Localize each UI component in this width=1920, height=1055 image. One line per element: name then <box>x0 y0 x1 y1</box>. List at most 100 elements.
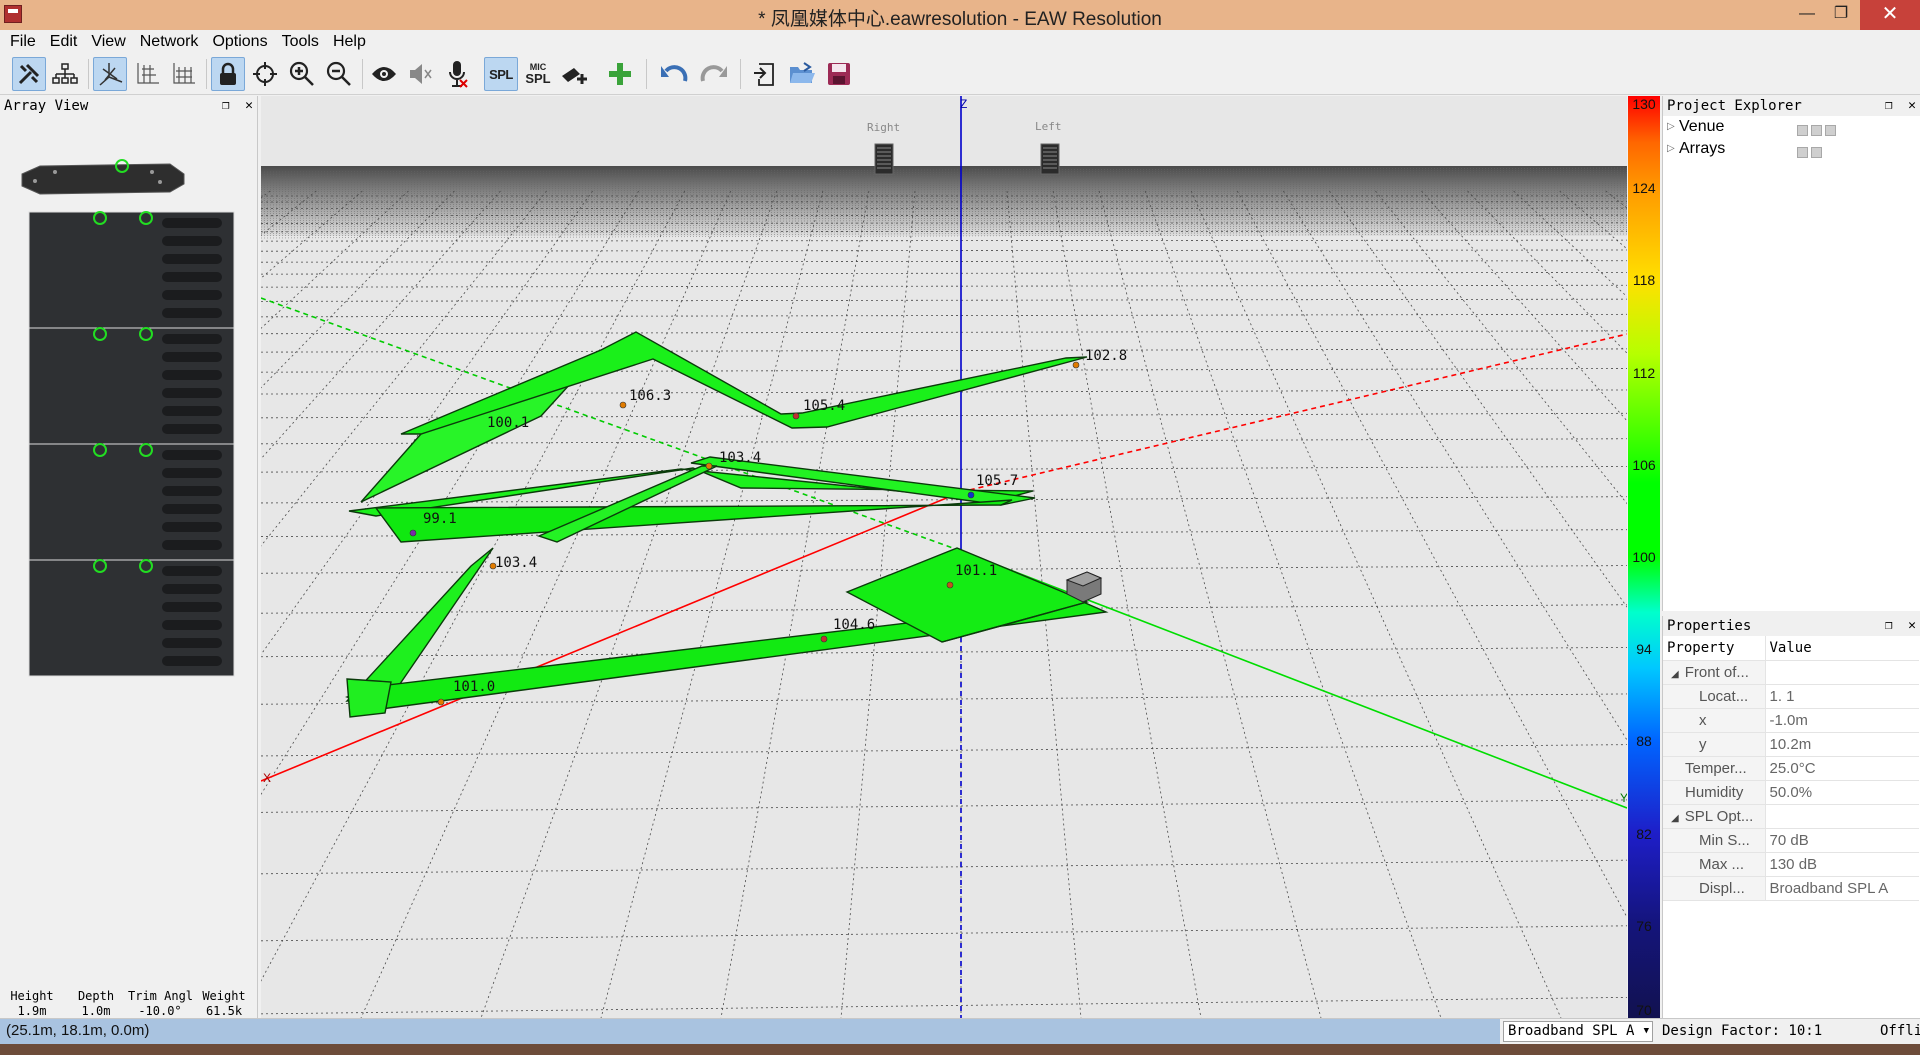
display-mode-select[interactable]: Broadband SPL A ▼ <box>1503 1021 1653 1042</box>
eye-icon[interactable] <box>367 57 401 91</box>
property-row[interactable]: x -1.0m <box>1663 708 1919 733</box>
float-icon[interactable]: ❐ <box>1885 618 1893 633</box>
edit-icon[interactable] <box>1811 125 1822 136</box>
axes-xy-icon[interactable] <box>130 57 164 91</box>
menu-tools[interactable]: Tools <box>275 33 326 51</box>
mic-spl-sublabel: SPL <box>525 71 551 86</box>
property-value[interactable]: 1. 1 <box>1764 684 1919 709</box>
property-row[interactable]: Locat... 1. 1 <box>1663 684 1919 709</box>
property-row[interactable]: Displ... Broadband SPL A <box>1663 876 1919 901</box>
spec-value: 61.5k <box>205 1004 243 1018</box>
save-icon[interactable] <box>1825 125 1836 136</box>
edit-icon[interactable] <box>1811 147 1822 158</box>
spec-header: Depth <box>77 989 115 1003</box>
array-diagram[interactable] <box>0 156 258 736</box>
scale-tick: 112 <box>1632 365 1656 381</box>
spec-value: 1.0m <box>81 1004 111 1018</box>
property-row[interactable]: Max ... 130 dB <box>1663 852 1919 877</box>
property-value[interactable]: 50.0% <box>1764 780 1919 805</box>
tools-icon[interactable] <box>12 57 46 91</box>
collapse-icon[interactable]: ◢ <box>1671 813 1679 824</box>
property-row[interactable]: y 10.2m <box>1663 732 1919 757</box>
redo-icon[interactable] <box>697 57 731 91</box>
property-key: Displ... <box>1663 876 1765 901</box>
spl-reading: 101.0 <box>453 679 495 695</box>
open-folder-icon[interactable] <box>785 57 819 91</box>
project-explorer-header: Project Explorer ❐ ✕ <box>1663 96 1920 116</box>
close-panel-icon[interactable]: ✕ <box>245 98 253 113</box>
property-value[interactable]: Broadband SPL A <box>1764 876 1919 901</box>
arrays-tools <box>1797 143 1839 158</box>
dropdown-arrow-icon[interactable]: ▼ <box>1644 1022 1649 1041</box>
new-file-icon[interactable] <box>747 57 781 91</box>
lock-icon[interactable] <box>211 57 245 91</box>
collapse-icon[interactable]: ◢ <box>1671 669 1679 680</box>
microphone-icon[interactable] <box>440 57 474 91</box>
spec-header: Trim Angle <box>128 989 192 1003</box>
add-icon[interactable] <box>1797 125 1808 136</box>
close-button[interactable]: ✕ <box>1860 0 1920 30</box>
spl-reading: 103.4 <box>719 450 761 466</box>
spl-button[interactable]: SPL <box>484 57 518 91</box>
property-row[interactable]: ◢ Front of... <box>1663 660 1919 685</box>
property-value[interactable]: -1.0m <box>1764 708 1919 733</box>
speaker-icon[interactable] <box>404 57 438 91</box>
panel-buttons: ❐ ✕ <box>222 96 253 116</box>
add-green-icon[interactable] <box>603 57 637 91</box>
scale-tick: 94 <box>1636 641 1652 657</box>
maximize-button[interactable]: ❐ <box>1818 0 1864 30</box>
float-icon[interactable]: ❐ <box>222 98 230 113</box>
tree-item-arrays[interactable]: ▷ Arrays <box>1663 138 1920 160</box>
properties-title: Properties <box>1667 618 1752 634</box>
menu-view[interactable]: View <box>84 33 132 51</box>
property-value[interactable]: 25.0°C <box>1764 756 1919 781</box>
network-tree-icon[interactable] <box>48 57 82 91</box>
axes-3d-icon[interactable] <box>93 57 127 91</box>
taskbar <box>0 1044 1920 1055</box>
property-value[interactable]: 130 dB <box>1764 852 1919 877</box>
property-row[interactable]: ◢ SPL Opt... <box>1663 804 1919 829</box>
save-icon[interactable] <box>822 57 856 91</box>
property-column-header: Property <box>1663 636 1765 661</box>
mic-spl-button[interactable]: MIC SPL <box>521 57 555 91</box>
expand-arrow-icon[interactable]: ▷ <box>1667 138 1675 160</box>
property-value[interactable]: 10.2m <box>1764 732 1919 757</box>
specs-value-row: 1.9m 1.0m -10.0° 61.5k <box>0 1004 258 1019</box>
float-icon[interactable]: ❐ <box>1885 98 1893 113</box>
property-row[interactable]: Temper... 25.0°C <box>1663 756 1919 781</box>
add-icon[interactable] <box>1797 147 1808 158</box>
property-value[interactable]: 70 dB <box>1764 828 1919 853</box>
spl-reading: 104.6 <box>833 617 875 633</box>
panel-buttons: ❐ ✕ <box>1885 96 1916 116</box>
spec-header: Height <box>10 989 54 1003</box>
add-array-icon[interactable] <box>558 57 592 91</box>
menu-file[interactable]: File <box>3 33 43 51</box>
property-key: Max ... <box>1663 852 1765 877</box>
property-value[interactable] <box>1764 804 1919 829</box>
property-row[interactable]: Humidity 50.0% <box>1663 780 1919 805</box>
properties-header: Properties ❐ ✕ <box>1663 616 1920 636</box>
close-panel-icon[interactable]: ✕ <box>1908 98 1916 113</box>
expand-arrow-icon[interactable]: ▷ <box>1667 116 1675 138</box>
undo-icon[interactable] <box>657 57 691 91</box>
spl-reading: 105.7 <box>976 473 1018 489</box>
property-value[interactable] <box>1764 660 1919 685</box>
venue-scene[interactable]: Z X Y Right Left 102.8 106.3 105.4 100.1… <box>261 96 1627 1018</box>
menu-edit[interactable]: Edit <box>43 33 85 51</box>
axes-xz-icon[interactable] <box>166 57 200 91</box>
3d-viewport[interactable]: Z X Y Right Left 102.8 106.3 105.4 100.1… <box>261 96 1627 1018</box>
properties-header-row: Property Value <box>1663 636 1919 661</box>
zoom-in-icon[interactable] <box>285 57 319 91</box>
zoom-out-icon[interactable] <box>322 57 356 91</box>
close-panel-icon[interactable]: ✕ <box>1908 618 1916 633</box>
property-row[interactable]: Min S... 70 dB <box>1663 828 1919 853</box>
menu-network[interactable]: Network <box>133 33 206 51</box>
menu-options[interactable]: Options <box>205 33 274 51</box>
menu-help[interactable]: Help <box>326 33 373 51</box>
property-group-label: SPL Opt... <box>1684 807 1754 825</box>
crosshair-icon[interactable] <box>248 57 282 91</box>
spl-reading: 105.4 <box>803 398 845 414</box>
audience-plane[interactable] <box>346 678 392 718</box>
tree-item-venue[interactable]: ▷ Venue <box>1663 116 1920 138</box>
x-axis-label: X <box>263 771 271 785</box>
